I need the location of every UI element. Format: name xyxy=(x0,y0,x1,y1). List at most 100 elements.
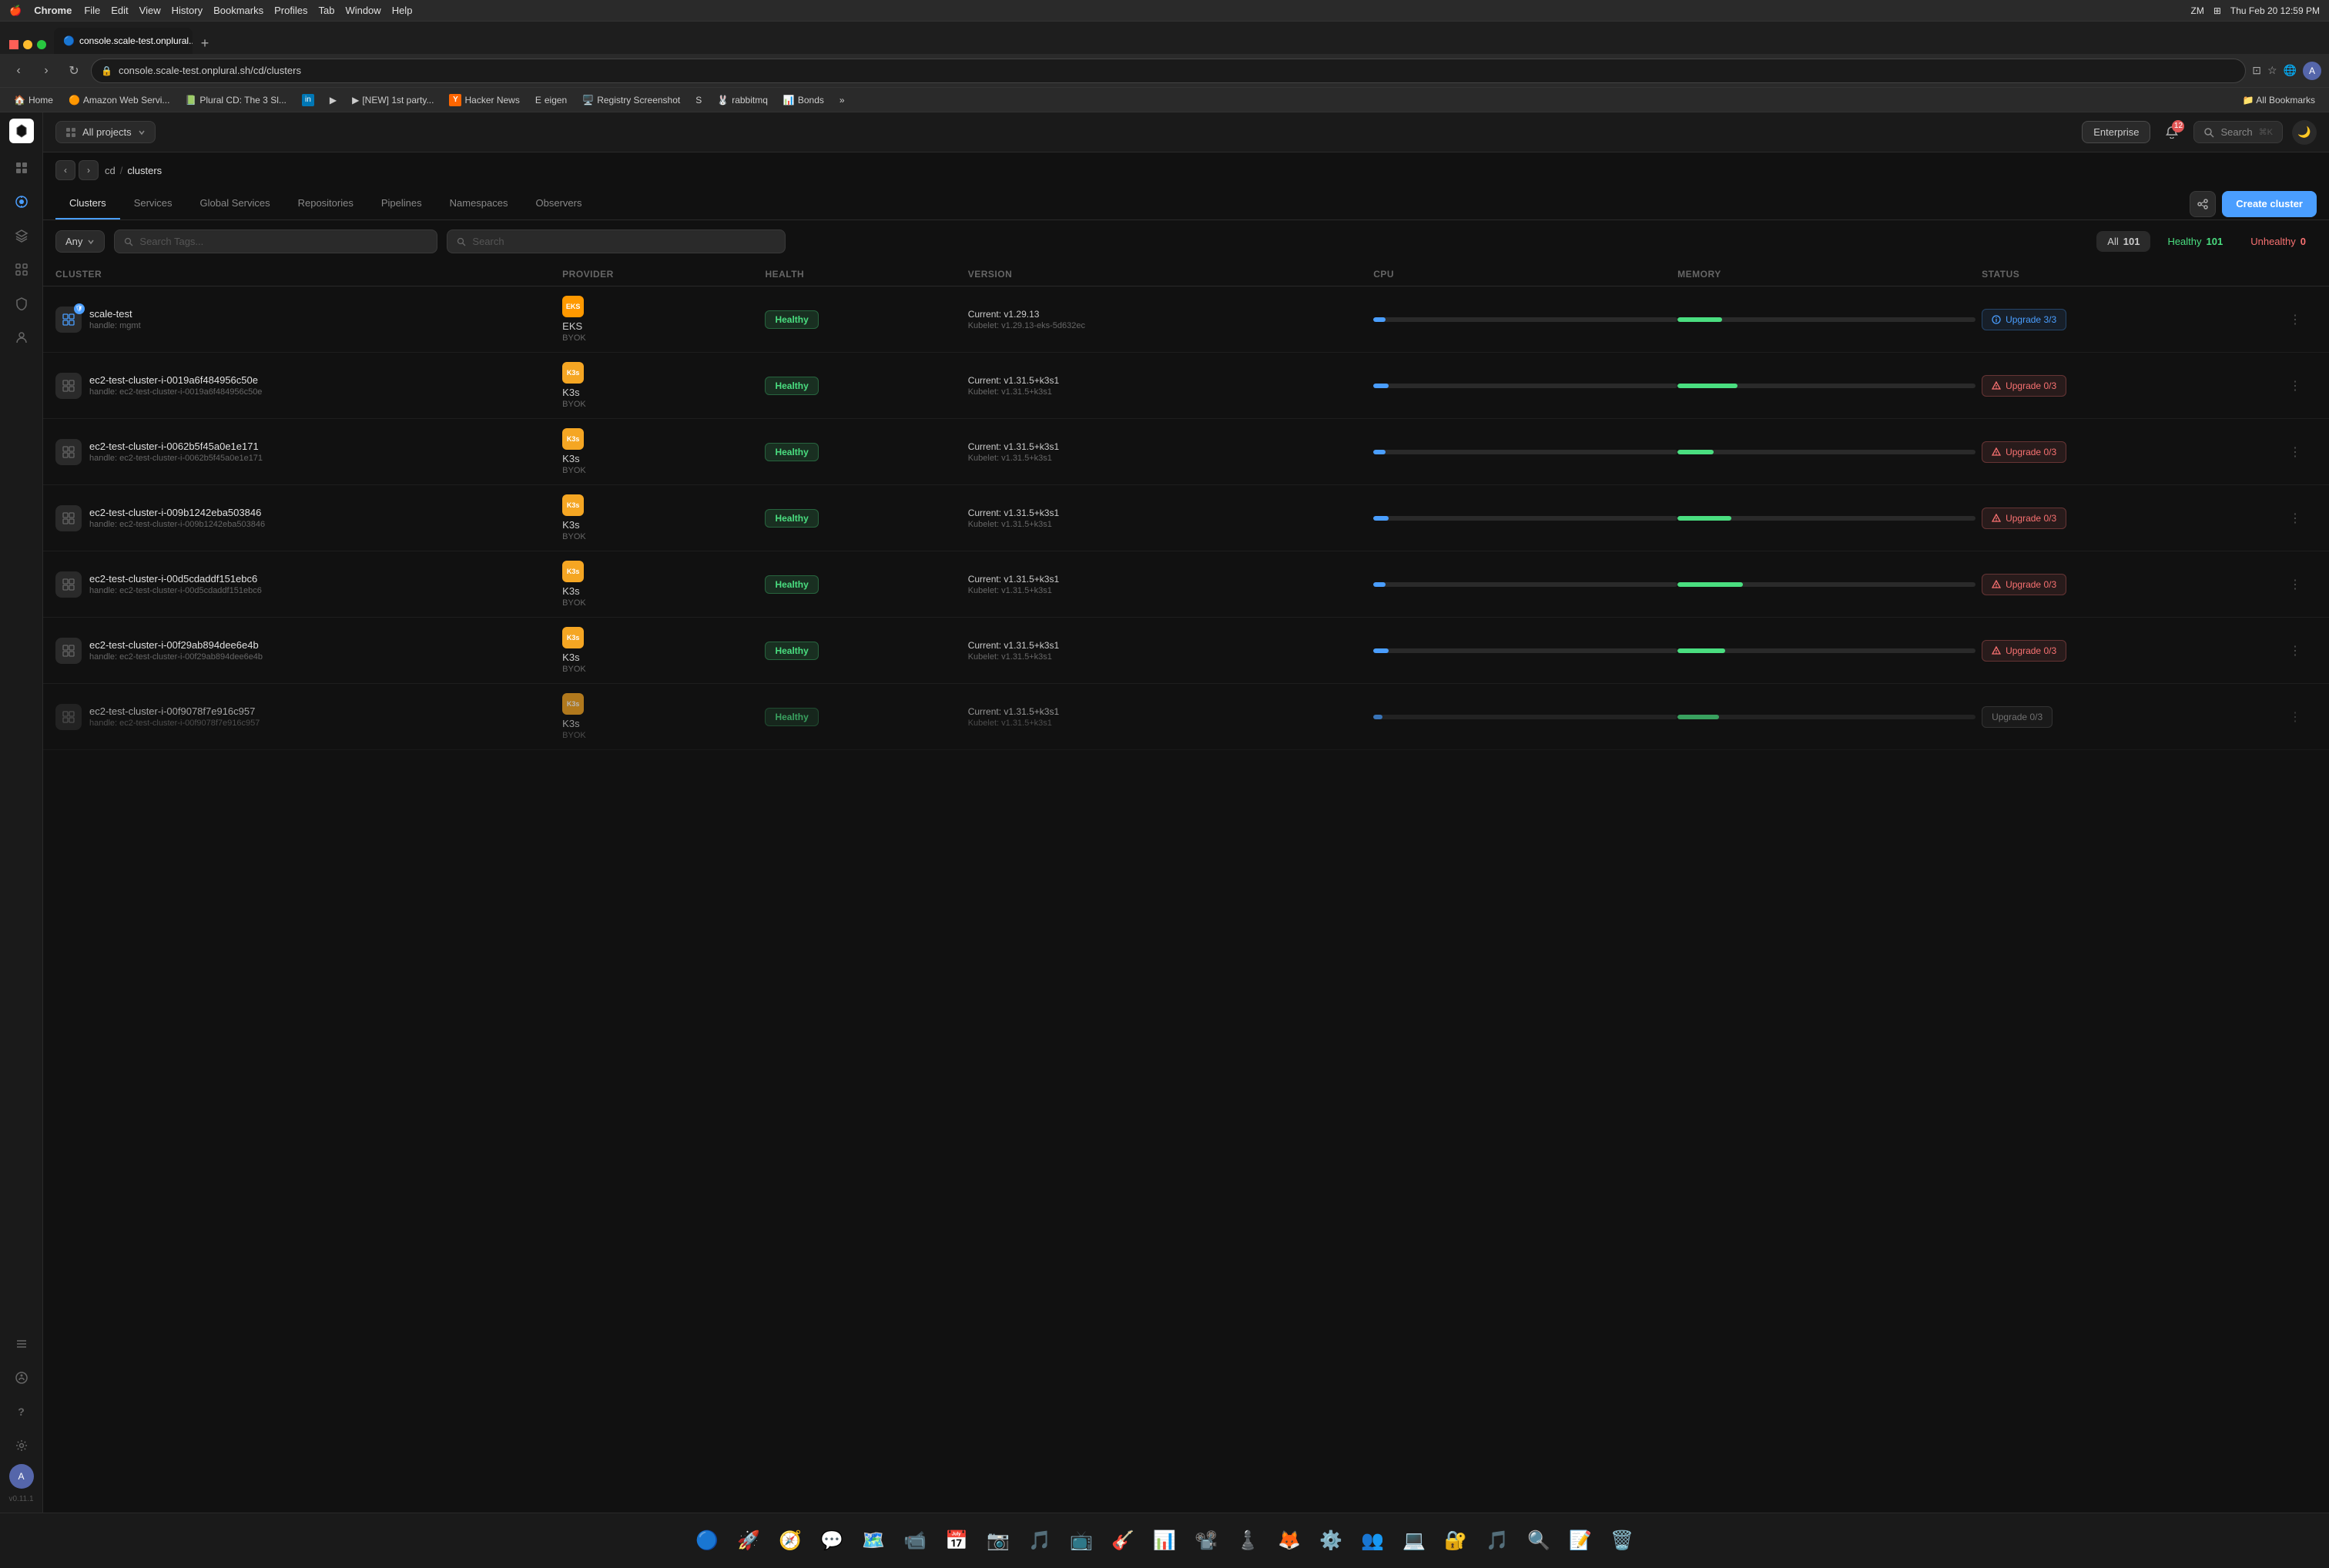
upgrade-button-row6[interactable]: Upgrade 0/3 xyxy=(1982,640,2066,662)
tag-filter-dropdown[interactable]: Any xyxy=(55,230,105,253)
dock-maps[interactable]: 🗺️ xyxy=(855,1523,892,1560)
menu-tab[interactable]: Tab xyxy=(318,5,334,16)
filter-healthy-btn[interactable]: Healthy 101 xyxy=(2156,231,2233,252)
bookmark-rabbit[interactable]: 🐰 rabbitmq xyxy=(711,92,774,108)
menu-edit[interactable]: Edit xyxy=(111,5,128,16)
menu-view[interactable]: View xyxy=(139,5,161,16)
more-row3[interactable]: ⋮ xyxy=(2286,443,2317,461)
menu-window[interactable]: Window xyxy=(345,5,380,16)
sidebar-item-layers[interactable] xyxy=(6,220,37,251)
sidebar-item-grid[interactable] xyxy=(6,254,37,285)
tab-repositories[interactable]: Repositories xyxy=(284,188,367,219)
sidebar-item-help[interactable]: ? xyxy=(6,1396,37,1427)
bookmark-play1[interactable]: ▶ xyxy=(323,92,343,108)
upgrade-button-scale-test[interactable]: Upgrade 3/3 xyxy=(1982,309,2066,330)
menu-profiles[interactable]: Profiles xyxy=(274,5,307,16)
minimize-traffic-light[interactable] xyxy=(23,40,32,49)
bookmark-more[interactable]: » xyxy=(833,92,851,108)
apple-menu[interactable]: 🍎 xyxy=(9,5,22,17)
dock-appletv[interactable]: 📺 xyxy=(1063,1523,1100,1560)
bookmark-aws[interactable]: 🟠 Amazon Web Servi... xyxy=(62,92,176,108)
dock-firefox[interactable]: 🦊 xyxy=(1271,1523,1308,1560)
table-row[interactable]: 🛡 scale-test handle: mgmt EKS EKS BYOK H… xyxy=(43,286,2329,353)
dock-itunes[interactable]: 🎵 xyxy=(1021,1523,1058,1560)
menu-bookmarks[interactable]: Bookmarks xyxy=(213,5,263,16)
breadcrumb-forward-btn[interactable]: › xyxy=(79,160,99,180)
dock-notes[interactable]: 📝 xyxy=(1562,1523,1599,1560)
table-row[interactable]: ec2-test-cluster-i-00d5cdaddf151ebc6 han… xyxy=(43,551,2329,618)
menu-history[interactable]: History xyxy=(172,5,203,16)
search-tags-input[interactable]: Search Tags... xyxy=(114,230,437,253)
bookmark-s[interactable]: S xyxy=(689,92,708,108)
upgrade-button-row2[interactable]: Upgrade 0/3 xyxy=(1982,375,2066,397)
dock-photos[interactable]: 📷 xyxy=(980,1523,1017,1560)
sidebar-item-dashboard[interactable] xyxy=(6,152,37,183)
project-selector[interactable]: All projects xyxy=(55,121,156,143)
sidebar-item-users[interactable] xyxy=(6,322,37,353)
dock-numbers[interactable]: 📊 xyxy=(1146,1523,1183,1560)
more-menu-btn-row6[interactable]: ⋮ xyxy=(2286,642,2304,660)
new-tab-btn[interactable]: + xyxy=(194,32,216,54)
dock-music[interactable]: 🎸 xyxy=(1104,1523,1141,1560)
maximize-traffic-light[interactable] xyxy=(37,40,46,49)
menu-help[interactable]: Help xyxy=(392,5,413,16)
bookmark-new1st[interactable]: ▶ [NEW] 1st party... xyxy=(346,92,440,108)
dock-facetime[interactable]: 📹 xyxy=(896,1523,933,1560)
more-menu-btn-scale-test[interactable]: ⋮ xyxy=(2286,310,2304,329)
table-row[interactable]: ec2-test-cluster-i-009b1242eba503846 han… xyxy=(43,485,2329,551)
bookmark-bonds[interactable]: 📊 Bonds xyxy=(777,92,830,108)
dock-launchpad[interactable]: 🚀 xyxy=(730,1523,767,1560)
more-menu-btn-row2[interactable]: ⋮ xyxy=(2286,377,2304,395)
upgrade-button-row4[interactable]: Upgrade 0/3 xyxy=(1982,508,2066,529)
dock-spotify[interactable]: 🎵 xyxy=(1479,1523,1516,1560)
more-menu-btn-row4[interactable]: ⋮ xyxy=(2286,509,2304,528)
dock-messages[interactable]: 💬 xyxy=(813,1523,850,1560)
dock-chess[interactable]: ♟️ xyxy=(1229,1523,1266,1560)
breadcrumb-back-btn[interactable]: ‹ xyxy=(55,160,75,180)
dock-zoom[interactable]: 🔍 xyxy=(1520,1523,1557,1560)
tab-global-services[interactable]: Global Services xyxy=(186,188,284,219)
reload-button[interactable]: ↻ xyxy=(63,60,85,82)
more-row4[interactable]: ⋮ xyxy=(2286,509,2317,528)
create-cluster-button[interactable]: Create cluster xyxy=(2222,191,2317,217)
theme-toggle-button[interactable]: 🌙 xyxy=(2292,120,2317,145)
upgrade-button-row5[interactable]: Upgrade 0/3 xyxy=(1982,574,2066,595)
forward-button[interactable]: › xyxy=(35,60,57,82)
sidebar-avatar[interactable]: A xyxy=(9,1464,34,1489)
star-icon[interactable]: ☆ xyxy=(2267,64,2277,77)
close-traffic-light[interactable] xyxy=(9,40,18,49)
sidebar-item-github[interactable] xyxy=(6,1362,37,1393)
more-scale-test[interactable]: ⋮ xyxy=(2286,310,2317,329)
bookmark-hn[interactable]: Y Hacker News xyxy=(443,92,525,109)
dock-1password[interactable]: 🔐 xyxy=(1437,1523,1474,1560)
tab-namespaces[interactable]: Namespaces xyxy=(436,188,522,219)
table-row[interactable]: ec2-test-cluster-i-0062b5f45a0e1e171 han… xyxy=(43,419,2329,485)
dock-calendar[interactable]: 📅 xyxy=(938,1523,975,1560)
upgrade-button-row3[interactable]: Upgrade 0/3 xyxy=(1982,441,2066,463)
sidebar-item-cd[interactable] xyxy=(6,186,37,217)
more-menu-btn-row7[interactable]: ⋮ xyxy=(2286,708,2304,726)
sidebar-item-settings[interactable] xyxy=(6,1430,37,1461)
tab-pipelines[interactable]: Pipelines xyxy=(367,188,436,219)
notification-button[interactable]: 12 xyxy=(2160,120,2184,145)
dock-trash[interactable]: 🗑️ xyxy=(1603,1523,1640,1560)
filter-unhealthy-btn[interactable]: Unhealthy 0 xyxy=(2240,231,2317,252)
sidebar-item-list[interactable] xyxy=(6,1328,37,1359)
tab-services[interactable]: Services xyxy=(120,188,186,219)
more-row7[interactable]: ⋮ xyxy=(2286,708,2317,726)
breadcrumb-cd[interactable]: cd xyxy=(105,165,116,176)
bookmark-linkedin[interactable]: in xyxy=(296,92,320,109)
tab-clusters[interactable]: Clusters xyxy=(55,188,120,219)
bookmark-home[interactable]: 🏠 Home xyxy=(8,92,59,108)
more-row6[interactable]: ⋮ xyxy=(2286,642,2317,660)
table-row[interactable]: ec2-test-cluster-i-00f9078f7e916c957 han… xyxy=(43,684,2329,750)
search-input[interactable]: Search xyxy=(447,230,786,253)
more-row5[interactable]: ⋮ xyxy=(2286,575,2317,594)
active-tab[interactable]: 🔵 console.scale-test.onplural... × xyxy=(54,28,193,54)
table-row[interactable]: ec2-test-cluster-i-0019a6f484956c50e han… xyxy=(43,353,2329,419)
bookmark-plural[interactable]: 📗 Plural CD: The 3 Sl... xyxy=(179,92,292,108)
dock-settings[interactable]: ⚙️ xyxy=(1312,1523,1349,1560)
cast-icon[interactable]: ⊡ xyxy=(2252,64,2261,77)
search-bar[interactable]: Search ⌘K xyxy=(2193,121,2283,143)
profile-icon[interactable]: A xyxy=(2303,62,2321,80)
